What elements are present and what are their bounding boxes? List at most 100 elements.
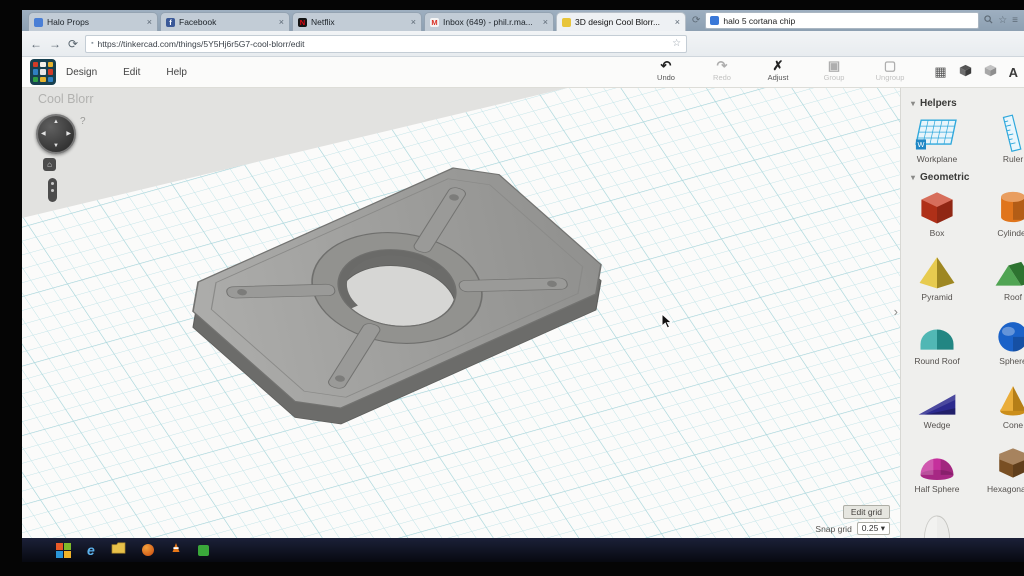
account-initial[interactable]: A [1009, 65, 1018, 80]
tab-close-icon[interactable]: × [543, 17, 548, 27]
tab-halo-props[interactable]: Halo Props × [28, 12, 158, 31]
menu-design[interactable]: Design [66, 67, 97, 78]
view-cube-dark-icon[interactable] [959, 64, 972, 80]
forward-icon[interactable]: → [49, 38, 61, 50]
refresh-icon[interactable]: ⟳ [692, 15, 700, 26]
orbit-right-icon[interactable]: ▶ [66, 131, 71, 137]
ruler-icon [987, 114, 1024, 152]
design-canvas[interactable]: Cool Blorr ? ▲ ▼ ◀ ▶ ⌂ › Edit grid Snap … [22, 88, 900, 538]
monitor-photo: { "icons": { "close": "×", "back": "←", … [0, 0, 1024, 576]
tab-netflix[interactable]: N Netflix × [292, 12, 422, 31]
help-hint[interactable]: ? [80, 116, 86, 127]
redo-button[interactable]: ↷ Redo [698, 58, 746, 82]
firefox-icon[interactable] [141, 544, 154, 556]
orbit-up-icon[interactable]: ▲ [53, 119, 59, 125]
browser-tab-bar: Halo Props × f Facebook × N Netflix × M … [22, 10, 1024, 31]
media-player-icon[interactable] [170, 541, 182, 559]
view-cube-light-icon[interactable] [984, 64, 997, 80]
helper-workplane[interactable]: W Workplane [911, 114, 963, 164]
shape-cylinder[interactable]: Cylinder [987, 188, 1024, 238]
shape-cone[interactable]: Cone [987, 380, 1024, 430]
menu-edit[interactable]: Edit [123, 67, 140, 78]
menu-help[interactable]: Help [166, 67, 187, 78]
star-icon[interactable]: ☆ [998, 15, 1007, 26]
adjust-icon: ✗ [772, 58, 784, 73]
start-button[interactable] [56, 542, 71, 558]
shape-roof[interactable]: Roof [987, 252, 1024, 302]
tab-favicon [562, 17, 571, 27]
tab-close-icon[interactable]: × [411, 17, 416, 27]
magnifier-icon[interactable] [984, 14, 993, 27]
browser-toolbar: ← → ⟳ ▪ ☆ [22, 31, 1024, 57]
tab-title: Facebook [179, 17, 217, 27]
ungroup-icon: ▢ [883, 58, 897, 73]
orbit-control[interactable]: ▲ ▼ ◀ ▶ [36, 114, 76, 154]
box-icon [911, 188, 963, 226]
shape-half-sphere[interactable]: Half Sphere [911, 444, 963, 494]
home-view-button[interactable]: ⌂ [43, 158, 56, 171]
snap-grid-label: Snap grid [815, 523, 852, 534]
shape-paraboloid[interactable] [911, 508, 963, 538]
undo-icon: ↶ [660, 58, 672, 73]
back-icon[interactable]: ← [30, 38, 42, 50]
geometric-section-header[interactable]: ▾ Geometric [911, 172, 1024, 183]
design-title: Cool Blorr [38, 92, 94, 106]
shape-box[interactable]: Box [911, 188, 963, 238]
tab-tinkercad-active[interactable]: 3D design Cool Blorr... × [556, 12, 686, 31]
tab-favicon [34, 17, 43, 27]
shape-wedge[interactable]: Wedge [911, 380, 963, 430]
helpers-section-header[interactable]: ▾ Helpers [911, 98, 1024, 109]
logo-cell [33, 62, 39, 68]
undo-button[interactable]: ↶ Undo [642, 58, 690, 82]
orbit-down-icon[interactable]: ▼ [53, 143, 59, 149]
orbit-left-icon[interactable]: ◀ [41, 131, 46, 137]
address-bar[interactable]: ▪ ☆ [85, 34, 688, 53]
tab-close-icon[interactable]: × [279, 17, 284, 27]
group-icon: ▣ [827, 58, 841, 73]
section-arrow-icon: ▾ [911, 99, 916, 108]
file-explorer-icon[interactable] [111, 541, 126, 559]
section-arrow-icon: ▾ [911, 173, 916, 182]
roof-icon [987, 252, 1024, 290]
adjust-button[interactable]: ✗ Adjust [754, 58, 802, 82]
helper-ruler[interactable]: Ruler [987, 114, 1024, 164]
zoom-control[interactable] [48, 178, 57, 202]
shape-pyramid[interactable]: Pyramid [911, 252, 963, 302]
green-app-icon[interactable] [197, 544, 209, 556]
parts-grid-icon[interactable]: ▦ [934, 65, 946, 79]
address-input[interactable] [97, 38, 669, 49]
hexagonal-prism-icon [987, 444, 1024, 482]
panel-collapse-chevron[interactable]: › [894, 304, 898, 319]
tab-close-icon[interactable]: × [675, 17, 680, 27]
tab-favicon: N [298, 17, 307, 27]
tab-facebook[interactable]: f Facebook × [160, 12, 290, 31]
cylinder-icon [987, 188, 1024, 226]
wedge-icon [911, 380, 963, 418]
monitor-screen: Halo Props × f Facebook × N Netflix × M … [22, 10, 1024, 562]
menu-icon[interactable]: ≡ [1012, 15, 1018, 26]
search-input[interactable] [723, 15, 975, 26]
logo-cell [33, 69, 39, 75]
group-button[interactable]: ▣ Group [810, 58, 858, 82]
search-field[interactable] [705, 12, 980, 29]
edit-grid-button[interactable]: Edit grid [842, 505, 890, 519]
shapes-sidebar: ▾ Helpers W Workplane Ruler ▾ Geometric … [900, 88, 1024, 538]
snap-grid-select[interactable]: 0.25 ▾ [856, 522, 890, 535]
logo-cell [33, 76, 39, 82]
tinkercad-logo[interactable] [30, 59, 56, 85]
cone-icon [987, 380, 1024, 418]
bookmark-star-icon[interactable]: ☆ [672, 38, 681, 49]
tab-inbox[interactable]: M Inbox (649) - phil.r.ma... × [424, 12, 554, 31]
shape-sphere[interactable]: Sphere [987, 316, 1024, 366]
ungroup-button[interactable]: ▢ Ungroup [866, 58, 914, 82]
shape-round-roof[interactable]: Round Roof [911, 316, 963, 366]
tab-close-icon[interactable]: × [147, 17, 152, 27]
internet-explorer-icon[interactable]: e [87, 543, 95, 557]
logo-cell [40, 76, 46, 82]
shape-hexagonal-prism[interactable]: Hexagonal Prism [987, 444, 1024, 494]
search-favicon [710, 16, 720, 25]
svg-text:W: W [917, 140, 924, 149]
windows-taskbar: e [22, 538, 1024, 562]
reload-icon[interactable]: ⟳ [68, 38, 78, 50]
logo-cell [40, 62, 46, 68]
